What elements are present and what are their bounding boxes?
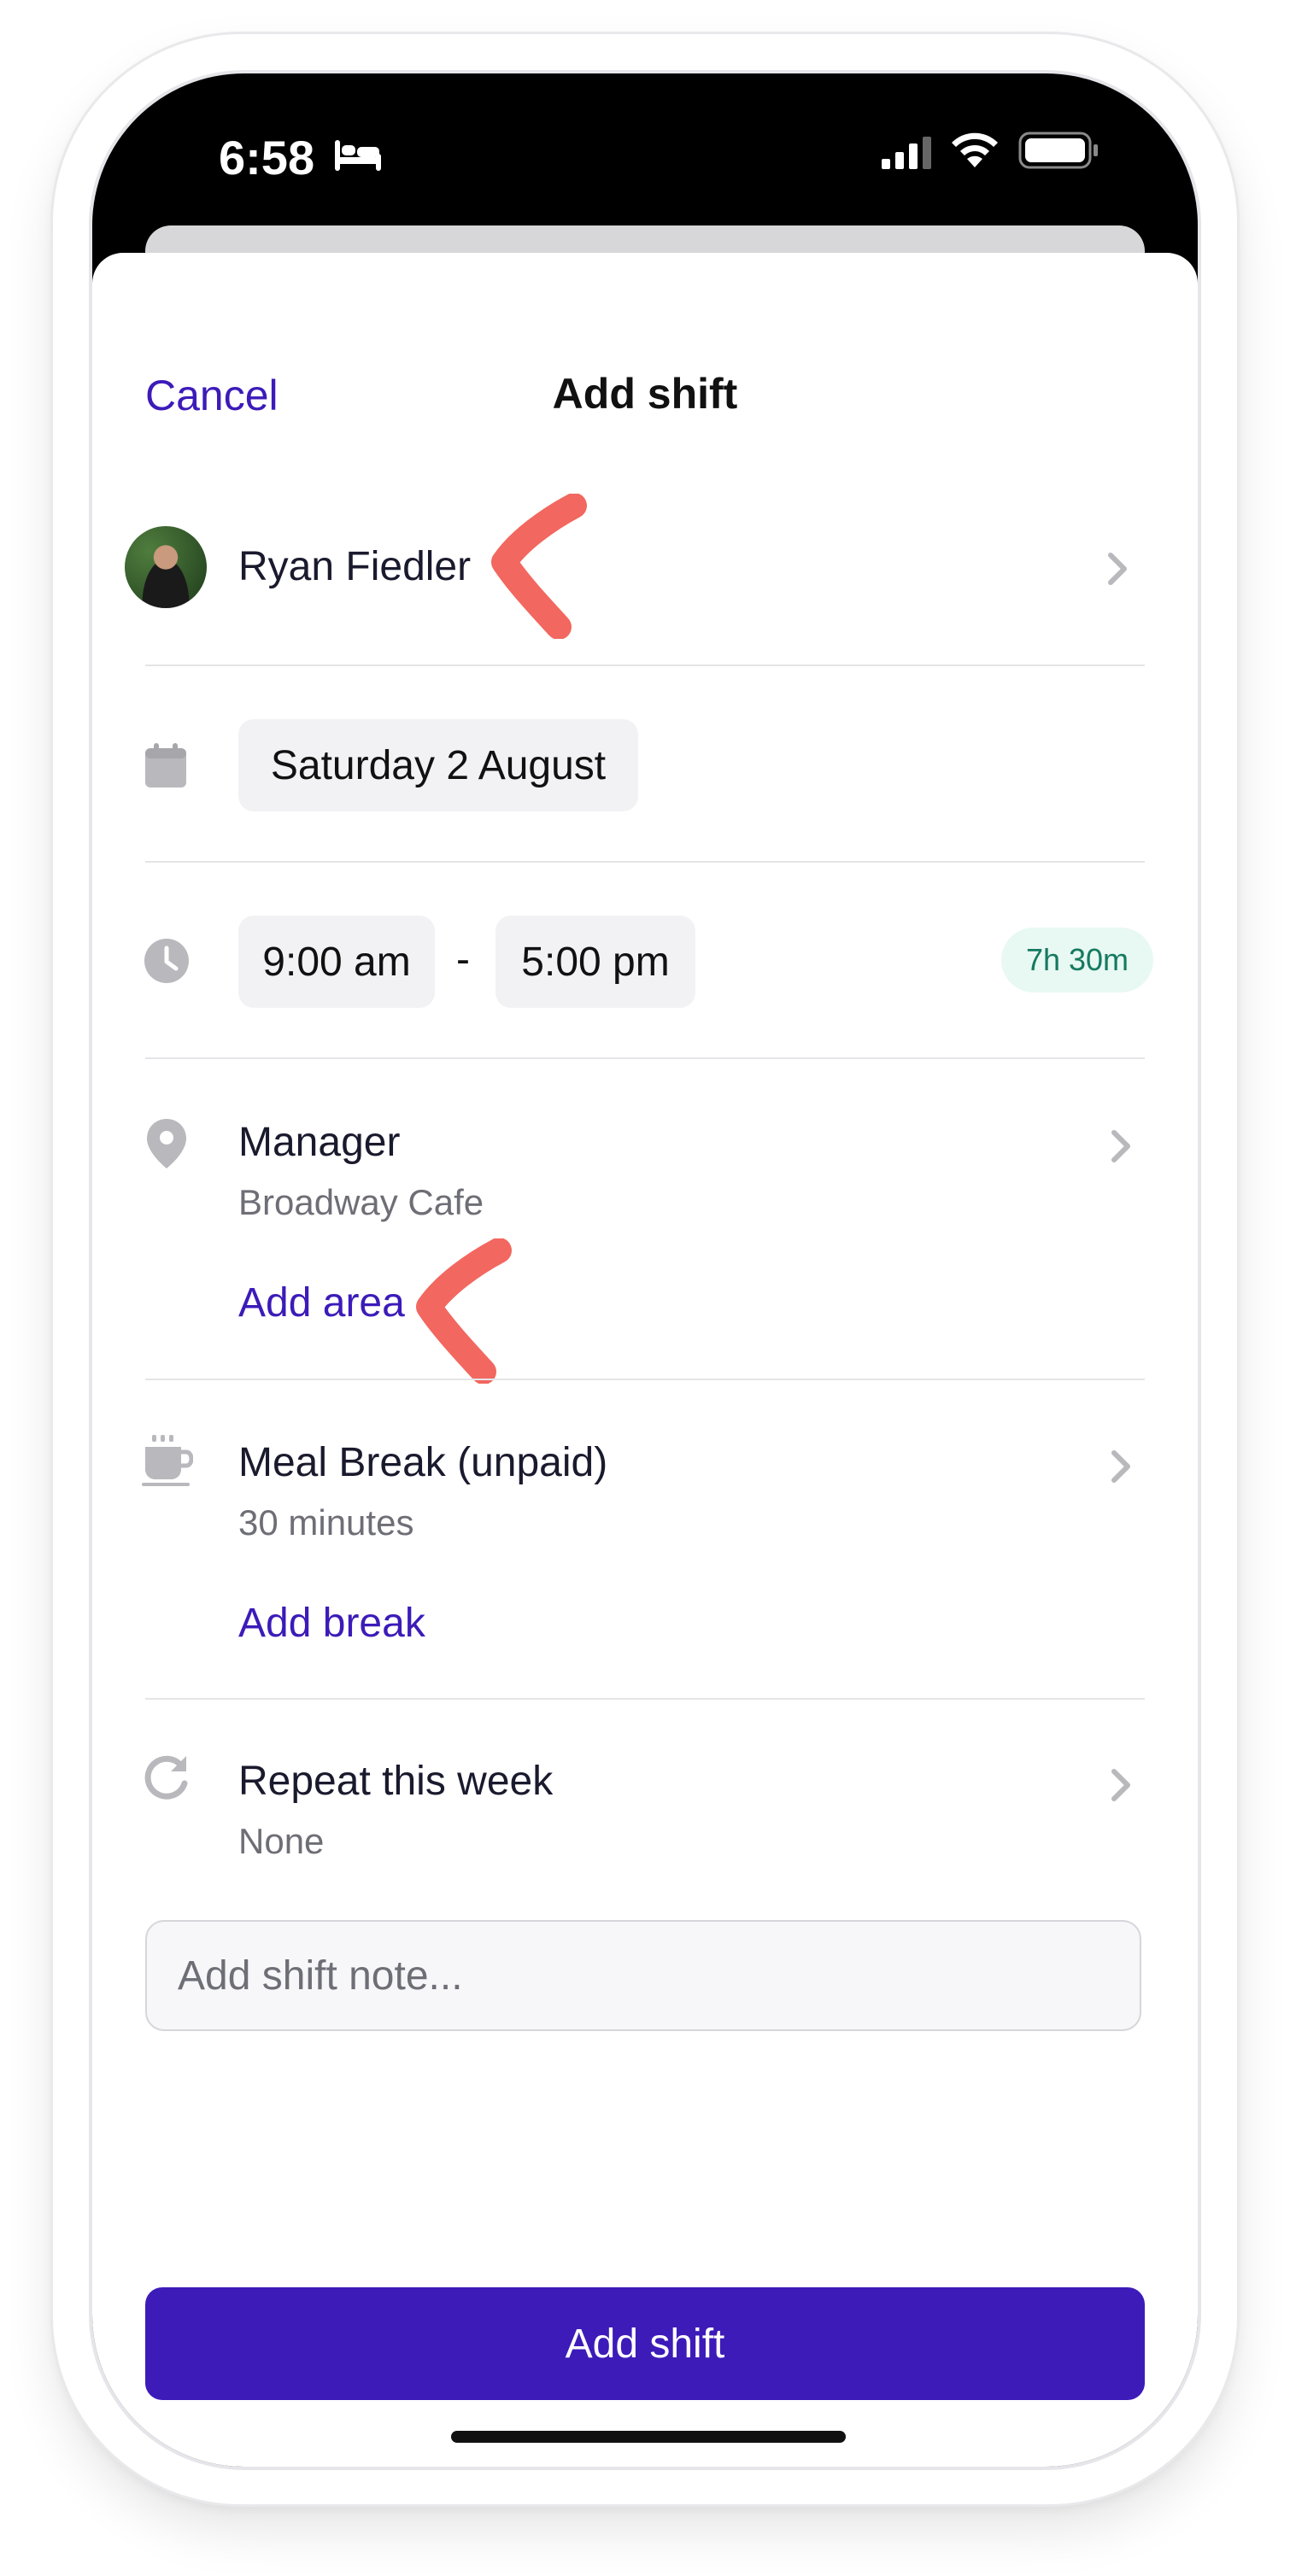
status-time: 6:58 bbox=[219, 131, 315, 184]
chevron-right-icon bbox=[1108, 553, 1127, 585]
divider bbox=[145, 1057, 1145, 1059]
cellular-signal-icon bbox=[882, 137, 931, 169]
divider bbox=[145, 861, 1145, 863]
role-name: Manager bbox=[238, 1120, 401, 1165]
date-picker-button[interactable]: Saturday 2 August bbox=[238, 719, 638, 811]
end-time-button[interactable]: 5:00 pm bbox=[495, 916, 695, 1008]
repeat-label: Repeat this week bbox=[238, 1759, 554, 1804]
avatar bbox=[125, 526, 207, 608]
add-shift-sheet: Cancel Add shift Ryan Fiedler Saturday 2… bbox=[92, 253, 1198, 2467]
wifi-icon bbox=[952, 132, 998, 167]
chevron-right-icon bbox=[1111, 1450, 1130, 1483]
duration-badge: 7h 30m bbox=[1001, 928, 1153, 992]
divider bbox=[145, 1379, 1145, 1380]
phone-screen: 6:58 Cancel Add shift Ryan Fiedler Satur… bbox=[92, 73, 1198, 2467]
time-separator: - bbox=[456, 937, 470, 982]
chevron-right-icon bbox=[1111, 1130, 1130, 1162]
employee-name: Ryan Fiedler bbox=[238, 544, 472, 589]
calendar-icon bbox=[145, 743, 186, 787]
page-title: Add shift bbox=[552, 370, 738, 418]
annotation-arrow-icon bbox=[416, 1238, 512, 1384]
add-area-link[interactable]: Add area bbox=[238, 1279, 405, 1326]
add-shift-button[interactable]: Add shift bbox=[145, 2287, 1145, 2400]
add-break-link[interactable]: Add break bbox=[238, 1600, 425, 1647]
divider bbox=[145, 1698, 1145, 1700]
divider bbox=[145, 664, 1145, 666]
coffee-cup-icon bbox=[142, 1435, 193, 1486]
location-pin-icon bbox=[147, 1119, 186, 1168]
sleep-mode-icon bbox=[335, 140, 381, 171]
annotation-arrow-icon bbox=[491, 494, 587, 639]
battery-icon bbox=[1018, 132, 1098, 169]
shift-note-input[interactable] bbox=[145, 1920, 1141, 2031]
break-name: Meal Break (unpaid) bbox=[238, 1440, 608, 1485]
break-duration: 30 minutes bbox=[238, 1502, 414, 1543]
home-indicator bbox=[451, 2431, 846, 2443]
clock-icon bbox=[144, 939, 189, 983]
repeat-icon bbox=[144, 1755, 188, 1800]
role-location: Broadway Cafe bbox=[238, 1182, 484, 1222]
repeat-value: None bbox=[238, 1821, 325, 1861]
chevron-right-icon bbox=[1111, 1769, 1130, 1801]
start-time-button[interactable]: 9:00 am bbox=[238, 916, 435, 1008]
